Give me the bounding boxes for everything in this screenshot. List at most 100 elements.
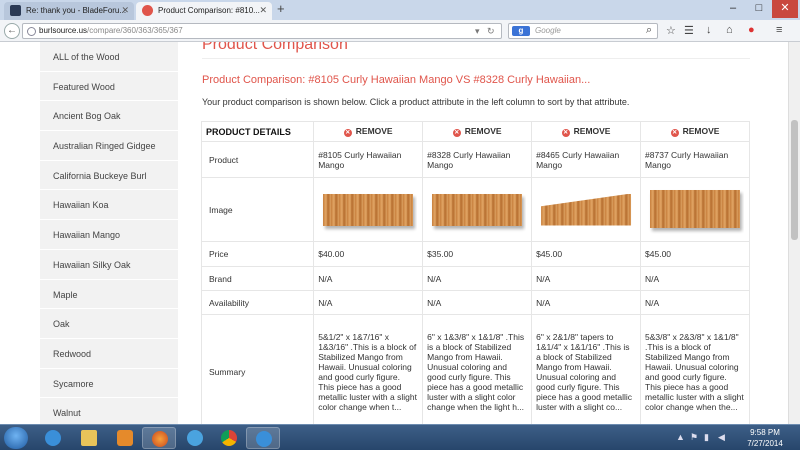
product-image[interactable] xyxy=(646,186,744,234)
row-label-image[interactable]: Image xyxy=(200,177,315,242)
sidebar-item-hawaiian-koa[interactable]: Hawaiian Koa xyxy=(40,190,178,221)
tab-product-comparison[interactable]: Product Comparison: #810... ✕ xyxy=(136,2,272,20)
internet-explorer-icon xyxy=(45,430,61,446)
sidebar-item-hawaiian-silky-oak[interactable]: Hawaiian Silky Oak xyxy=(40,249,178,280)
table-row: Product #8105 Curly Hawaiian Mango #8328… xyxy=(200,141,750,178)
close-circle-icon: ✕ xyxy=(343,129,352,137)
internet-explorer-icon xyxy=(256,431,272,447)
reload-icon[interactable]: ↻ xyxy=(487,26,495,37)
google-icon[interactable]: g xyxy=(512,26,530,36)
category-sidebar: ALL of the Wood Featured Wood Ancient Bo… xyxy=(40,42,178,424)
table-row: PRODUCT DETAILS ✕ REMOVE ✕ REMOVE ✕ REMOVE … xyxy=(200,121,750,142)
taskbar-app-explorer[interactable] xyxy=(72,427,106,449)
close-circle-icon: ✕ xyxy=(452,129,461,137)
sidebar-item-featured-wood[interactable]: Featured Wood xyxy=(40,71,178,102)
row-label-price[interactable]: Price xyxy=(200,241,315,267)
sidebar-item-all-wood[interactable]: ALL of the Wood xyxy=(40,42,178,72)
search-input[interactable]: g Google xyxy=(508,23,658,39)
taskbar-app-ie-2[interactable] xyxy=(246,427,280,449)
product-image[interactable] xyxy=(537,186,635,234)
product-name-link[interactable]: #8737 Curly Hawaiian Mango xyxy=(640,141,750,178)
sidebar-item-maple[interactable]: Maple xyxy=(40,279,178,310)
tray-expand-icon[interactable]: ▲ xyxy=(676,432,685,442)
close-window-icon[interactable]: ✕ xyxy=(772,0,798,18)
close-tab-icon[interactable]: ✕ xyxy=(259,5,267,16)
remove-label: REMOVE xyxy=(573,126,611,136)
remove-button[interactable]: ✕ REMOVE xyxy=(531,121,642,142)
tab-title: Re: thank you - BladeForu... xyxy=(26,6,127,15)
remove-label: REMOVE xyxy=(464,126,502,136)
page-content: ALL of the Wood Featured Wood Ancient Bo… xyxy=(0,42,800,424)
product-name-link[interactable]: #8465 Curly Hawaiian Mango xyxy=(531,141,642,178)
system-clock[interactable]: 9:58 PM 7/27/2014 xyxy=(736,427,794,449)
tab-title: Product Comparison: #810... xyxy=(158,6,260,15)
brand-value: N/A xyxy=(422,266,533,291)
bookmarks-list-icon[interactable]: ☰ xyxy=(684,24,694,37)
sidebar-item-oak[interactable]: Oak xyxy=(40,309,178,339)
taskbar-app-media[interactable] xyxy=(108,427,142,449)
summary-value: 6" x 1&3/8" x 1&1/8" .This is a block of… xyxy=(422,314,533,424)
minimize-icon[interactable]: – xyxy=(720,0,746,18)
taskbar-app-firefox[interactable] xyxy=(142,427,176,449)
sidebar-item-california-buckeye-burl[interactable]: California Buckeye Burl xyxy=(40,160,178,191)
taskbar-app-email[interactable] xyxy=(178,427,212,449)
sidebar-item-sycamore[interactable]: Sycamore xyxy=(40,368,178,399)
search-placeholder: Google xyxy=(535,26,561,35)
address-bar[interactable]: burlsource.us/compare/360/363/365/367 ▾ … xyxy=(22,23,502,39)
scrollbar-thumb[interactable] xyxy=(791,120,798,240)
page-title: Product Comparison xyxy=(202,42,348,53)
flag-icon[interactable]: ⚑ xyxy=(690,432,698,443)
sidebar-item-australian-ringed-gidgee[interactable]: Australian Ringed Gidgee xyxy=(40,131,178,161)
home-icon[interactable]: ⌂ xyxy=(726,24,733,36)
url-path: /compare/360/363/365/367 xyxy=(87,26,183,35)
product-image[interactable] xyxy=(428,186,526,234)
start-button[interactable] xyxy=(4,427,28,449)
tab-bladeforum[interactable]: Re: thank you - BladeForu... ✕ xyxy=(4,2,134,20)
summary-value: 5&3/8" x 2&3/8" x 1&1/8" .This is a bloc… xyxy=(640,314,750,424)
product-details-header: PRODUCT DETAILS xyxy=(200,121,315,142)
comparison-table: PRODUCT DETAILS ✕ REMOVE ✕ REMOVE ✕ REMOVE … xyxy=(200,121,750,424)
plus-icon[interactable]: + xyxy=(277,1,285,16)
wood-block-image xyxy=(323,193,414,226)
taskbar-app-chrome[interactable] xyxy=(212,427,246,449)
taskbar-app-ie[interactable] xyxy=(36,427,70,449)
download-icon[interactable]: ↓ xyxy=(706,24,712,36)
wood-block-image xyxy=(432,193,523,226)
product-image[interactable] xyxy=(319,186,417,234)
product-name-link[interactable]: #8105 Curly Hawaiian Mango xyxy=(313,141,424,178)
sidebar-item-redwood[interactable]: Redwood xyxy=(40,338,178,369)
close-tab-icon[interactable]: ✕ xyxy=(121,5,129,16)
row-label-summary[interactable]: Summary xyxy=(200,314,315,424)
row-label-brand[interactable]: Brand xyxy=(200,266,315,291)
firefox-icon xyxy=(152,431,168,447)
remove-button[interactable]: ✕ REMOVE xyxy=(640,121,750,142)
sidebar-item-ancient-bog-oak[interactable]: Ancient Bog Oak xyxy=(40,101,178,132)
remove-button[interactable]: ✕ REMOVE xyxy=(313,121,424,142)
remove-label: REMOVE xyxy=(355,126,393,136)
row-label-product[interactable]: Product xyxy=(200,141,315,178)
folder-icon xyxy=(81,430,97,446)
sidebar-item-hawaiian-mango[interactable]: Hawaiian Mango xyxy=(40,220,178,250)
bookmark-star-icon[interactable]: ☆ xyxy=(666,24,676,37)
clock-date: 7/27/2014 xyxy=(747,439,783,448)
volume-icon[interactable]: ◀ xyxy=(718,432,725,443)
maximize-icon[interactable]: □ xyxy=(746,0,772,18)
page-scrollbar[interactable] xyxy=(788,42,800,424)
sidebar-item-walnut[interactable]: Walnut xyxy=(40,398,178,424)
wood-block-image xyxy=(650,189,741,228)
product-name-link[interactable]: #8328 Curly Hawaiian Mango xyxy=(422,141,533,178)
dropdown-arrow-icon[interactable]: ▾ xyxy=(475,26,480,37)
back-arrow-icon[interactable]: ← xyxy=(4,23,20,39)
magnifier-icon[interactable]: ⌕ xyxy=(646,24,652,37)
globe-icon xyxy=(27,27,36,36)
chrome-icon xyxy=(221,430,237,446)
addon-icon[interactable]: ● xyxy=(748,24,755,36)
row-label-availability[interactable]: Availability xyxy=(200,290,315,315)
brand-value: N/A xyxy=(531,266,642,291)
table-row: Brand N/A N/A N/A N/A xyxy=(200,266,750,291)
price-value: $35.00 xyxy=(422,241,533,267)
brand-value: N/A xyxy=(313,266,424,291)
network-icon[interactable]: ▮ xyxy=(704,432,709,443)
menu-icon[interactable]: ≡ xyxy=(776,24,782,36)
remove-button[interactable]: ✕ REMOVE xyxy=(422,121,533,142)
